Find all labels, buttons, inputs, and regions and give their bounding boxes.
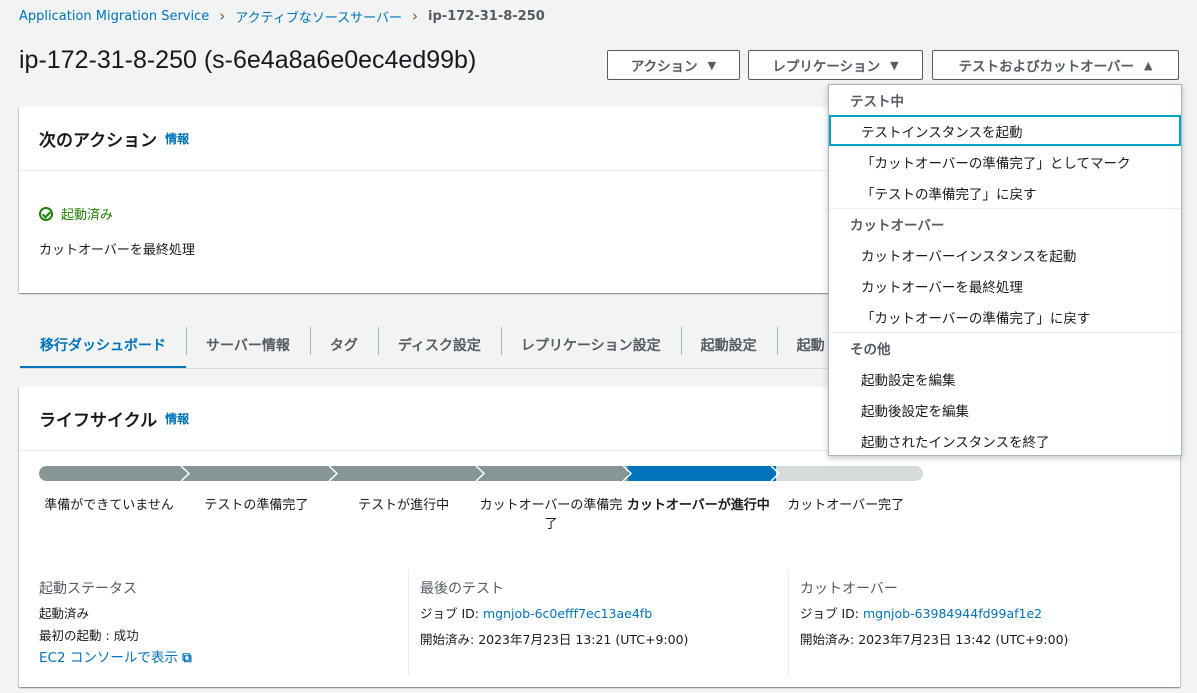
step-chevron-icon (328, 466, 338, 481)
lifecycle-step-label: 準備ができていません (44, 498, 174, 513)
last-test-section: 最後のテスト ジョブ ID: mgnjob-6c0efff7ec13ae4fb … (420, 578, 688, 651)
step-chevron-icon (770, 466, 780, 481)
caret-down-icon: ▼ (890, 58, 899, 72)
lifecycle-title: ライフサイクル (39, 411, 158, 431)
dropdown-group-cutover: カットオーバー (850, 218, 945, 234)
info-link[interactable]: 情報 (165, 410, 189, 427)
lifecycle-step-label: カットオーバー完了 (787, 498, 905, 513)
tab-replication-settings[interactable]: レプリケーション設定 (500, 322, 681, 368)
menu-item-revert-ready-test[interactable]: 「テストの準備完了」に戻す (829, 177, 1181, 208)
breadcrumb-current: ip-172-31-8-250 (428, 8, 545, 24)
menu-item-revert-ready-cutover[interactable]: 「カットオーバーの準備完了」に戻す (829, 301, 1181, 332)
info-link[interactable]: 情報 (165, 130, 189, 147)
progress-segment (186, 466, 338, 481)
tab-migration-dashboard[interactable]: 移行ダッシュボード (20, 322, 186, 369)
progress-segment (39, 466, 191, 481)
lifecycle-step-label: テストが進行中 (358, 498, 450, 513)
job-id-label: ジョブ ID: (800, 606, 859, 621)
chevron-right-icon: › (412, 7, 419, 25)
progress-segment (480, 466, 633, 481)
job-id-label: ジョブ ID: (420, 606, 479, 621)
success-check-icon (39, 206, 53, 221)
lifecycle-step-label: カットオーバーが進行中 (626, 498, 770, 513)
ec2-console-link[interactable]: EC2 コンソールで表示 ⧉ (39, 647, 192, 669)
actions-button[interactable]: アクション ▼ (607, 50, 740, 80)
test-cutover-dropdown-menu: テスト中 テストインスタンスを起動 「カットオーバーの準備完了」としてマーク 「… (828, 84, 1182, 456)
launch-status-indicator: 起動済み (39, 204, 113, 223)
page-title: ip-172-31-8-250 (s-6e4a8a6e0ec4ed99b) (19, 46, 477, 74)
replication-button-label: レプリケーション (772, 59, 881, 75)
menu-item-launch-cutover-instance[interactable]: カットオーバーインスタンスを起動 (829, 239, 1181, 270)
last-test-job-link[interactable]: mgnjob-6c0efff7ec13ae4fb (483, 606, 652, 621)
lifecycle-step-label: カットオーバーの準備完了 (479, 498, 623, 532)
menu-item-mark-ready-cutover[interactable]: 「カットオーバーの準備完了」としてマーク (829, 146, 1181, 177)
external-link-icon[interactable]: ⧉ (182, 650, 192, 666)
tab-server-info[interactable]: サーバー情報 (186, 322, 310, 368)
next-action-title: 次のアクション (39, 131, 158, 151)
first-launch-result: 最初の起動 : 成功 (39, 628, 139, 643)
started-label: 開始済み: (420, 632, 475, 647)
test-cutover-button-label: テストおよびカットオーバー (958, 59, 1134, 75)
step-chevron-icon (475, 466, 486, 481)
breadcrumb-link-source-servers[interactable]: アクティブなソースサーバー (235, 7, 402, 26)
launch-status-value: 起動済み (39, 606, 90, 621)
caret-up-icon: ▲ (1143, 58, 1153, 72)
cutover-section: カットオーバー ジョブ ID: mgnjob-63984944fd99af1e2… (800, 578, 1068, 651)
progress-segment (628, 466, 780, 481)
tab-bar: 移行ダッシュボード サーバー情報 タグ ディスク設定 レプリケーション設定 起動… (20, 322, 845, 369)
column-divider (788, 570, 789, 676)
ec2-console-link-label[interactable]: EC2 コンソールで表示 (39, 650, 178, 666)
step-chevron-icon (180, 466, 191, 481)
replication-button[interactable]: レプリケーション ▼ (748, 50, 923, 80)
menu-item-terminate-launched-instances[interactable]: 起動されたインスタンスを終了 (829, 425, 1181, 456)
next-action-text: カットオーバーを最終処理 (39, 243, 195, 258)
dropdown-group-testing: テスト中 (850, 94, 904, 110)
menu-item-edit-post-launch-settings[interactable]: 起動後設定を編集 (829, 394, 1181, 425)
tab-disk-settings[interactable]: ディスク設定 (377, 322, 501, 368)
last-test-label: 最後のテスト (420, 581, 504, 597)
breadcrumb-link-service[interactable]: Application Migration Service (19, 9, 209, 24)
lifecycle-progress-bar (39, 466, 923, 481)
lifecycle-step-label: テストの準備完了 (204, 498, 309, 513)
menu-item-launch-test-instance[interactable]: テストインスタンスを起動 (829, 115, 1181, 146)
chevron-right-icon: › (219, 7, 226, 25)
cutover-label: カットオーバー (800, 581, 898, 597)
launch-status-text: 起動済み (61, 208, 114, 223)
menu-item-finalize-cutover[interactable]: カットオーバーを最終処理 (829, 270, 1181, 301)
column-divider (408, 570, 409, 676)
cutover-started-value: 2023年7月23日 13:42 (UTC+9:00) (858, 632, 1069, 647)
progress-segment (775, 466, 923, 481)
actions-button-label: アクション (630, 59, 698, 75)
progress-segment (333, 466, 486, 481)
caret-down-icon: ▼ (707, 58, 717, 72)
test-cutover-button[interactable]: テストおよびカットオーバー ▲ (932, 50, 1179, 80)
step-chevron-icon (622, 466, 633, 481)
last-test-started-value: 2023年7月23日 13:21 (UTC+9:00) (478, 632, 689, 647)
menu-item-edit-launch-settings[interactable]: 起動設定を編集 (829, 363, 1181, 394)
started-label: 開始済み: (800, 632, 855, 647)
tab-tags[interactable]: タグ (309, 322, 378, 368)
launch-status-section: 起動ステータス 起動済み 最初の起動 : 成功 EC2 コンソールで表示 ⧉ (39, 578, 192, 669)
breadcrumb: Application Migration Service › アクティブなソー… (19, 6, 545, 26)
dropdown-group-other: その他 (850, 342, 891, 358)
tab-launch-settings[interactable]: 起動設定 (680, 322, 777, 368)
cutover-job-link[interactable]: mgnjob-63984944fd99af1e2 (863, 606, 1042, 621)
launch-status-label: 起動ステータス (39, 581, 137, 597)
